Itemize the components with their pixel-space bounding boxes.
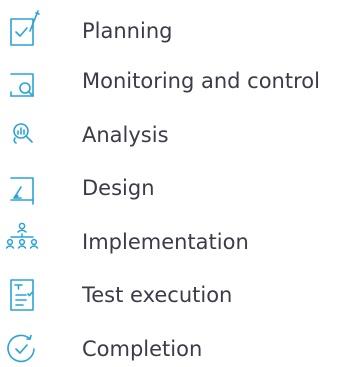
list-item-analysis: Analysis — [0, 114, 358, 154]
list-item-test-execution: Test execution — [0, 275, 358, 315]
chart-magnifier-icon — [2, 114, 42, 154]
item-label: Analysis — [82, 123, 169, 147]
pen-on-frame-icon — [2, 168, 42, 208]
circular-check-icon — [2, 327, 42, 367]
list-item-implementation: Implementation — [0, 221, 358, 261]
team-hierarchy-icon — [2, 221, 42, 261]
phase-list: Planning Monitoring and control Analysis — [0, 0, 358, 364]
item-label: Planning — [82, 19, 173, 43]
item-label: Design — [82, 176, 155, 200]
item-label: Monitoring and control — [82, 69, 320, 93]
list-item-monitoring-and-control: Monitoring and control — [0, 61, 358, 101]
list-item-planning: Planning — [0, 9, 358, 49]
item-label: Completion — [82, 337, 203, 361]
item-label: Test execution — [82, 283, 233, 307]
test-checklist-icon — [2, 275, 42, 315]
list-item-design: Design — [0, 168, 358, 208]
item-label: Implementation — [82, 230, 249, 254]
checklist-pen-icon — [2, 9, 42, 49]
list-item-completion: Completion — [0, 327, 358, 367]
document-magnifier-icon — [2, 61, 42, 101]
